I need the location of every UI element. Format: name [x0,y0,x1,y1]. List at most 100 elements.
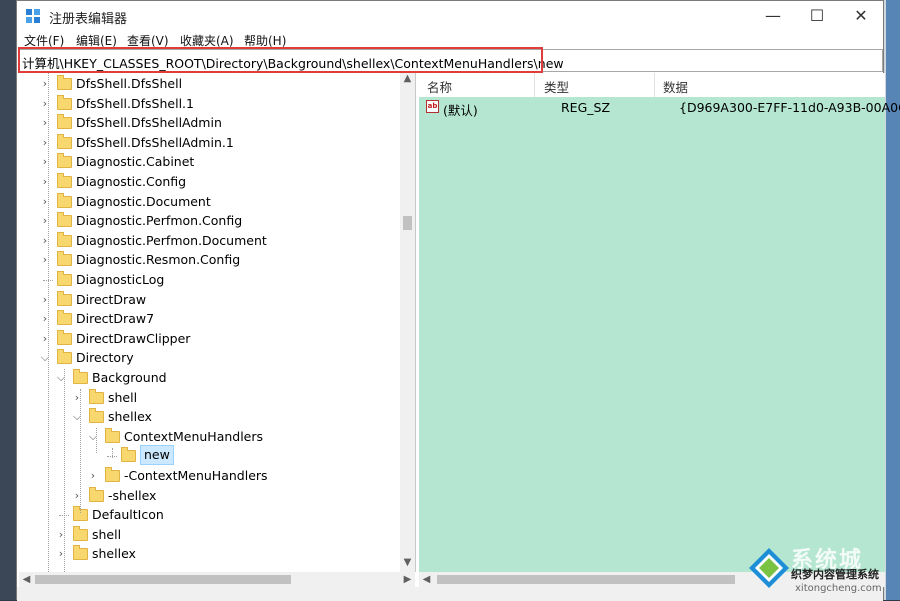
tree-node-label[interactable]: new [140,445,174,466]
tree-node-label[interactable]: Diagnostic.Perfmon.Config [76,211,242,231]
tree-node[interactable]: › Diagnostic.Perfmon.Config [19,211,399,231]
column-data-header[interactable]: 数据 [663,77,688,96]
tree-node-label[interactable]: DirectDraw7 [76,309,154,329]
chevron-right-icon[interactable]: › [88,466,98,486]
menu-favorites[interactable]: 收藏夹(A) [180,32,234,49]
tree-node-label[interactable]: DfsShell.DfsShell [76,74,182,94]
list-hscroll-thumb[interactable] [437,575,735,584]
tree-node-label[interactable]: shell [108,388,137,408]
tree-node-label[interactable]: DefaultIcon [92,505,164,525]
tree-node[interactable]: › Diagnostic.Config [19,172,399,192]
tree-node[interactable]: › DfsShell.DfsShellAdmin.1 [19,133,399,153]
tree-node[interactable]: › Diagnostic.Resmon.Config [19,250,399,270]
folder-icon [89,408,104,424]
folder-icon [105,427,120,443]
tree-node[interactable]: › Diagnostic.Document [19,192,399,212]
column-divider[interactable] [534,73,535,97]
scroll-up-arrow-icon[interactable]: ▲ [400,73,415,84]
address-bar[interactable]: 计算机\HKEY_CLASSES_ROOT\Directory\Backgrou… [19,49,883,72]
tree-node[interactable]: › DirectDraw [19,290,399,310]
tree-node[interactable]: › Diagnostic.Perfmon.Document [19,231,399,251]
tree-node[interactable]: ⌵ ContextMenuHandlers [19,427,399,447]
folder-icon [57,153,72,169]
tree-node-label[interactable]: shellex [92,544,136,564]
column-divider[interactable] [654,73,655,97]
value-name[interactable]: (默认) [443,100,478,119]
tree-node-label[interactable]: DfsShell.DfsShellAdmin [76,113,222,133]
watermark-subtitle: 织梦内容管理系统 [791,568,879,581]
tree-node[interactable]: › DirectDraw7 [19,309,399,329]
tree-node[interactable]: ⌵ Background [19,368,399,388]
scroll-left-arrow-icon[interactable]: ◀ [19,572,34,587]
string-value-icon: ab [426,100,439,113]
tree-node[interactable]: › DfsShell.DfsShell [19,74,399,94]
tree-node-label[interactable]: DfsShell.DfsShell.1 [76,94,194,114]
tree-node[interactable]: › DfsShell.DfsShellAdmin [19,113,399,133]
address-path[interactable]: 计算机\HKEY_CLASSES_ROOT\Directory\Backgrou… [22,53,564,72]
tree-node-label[interactable]: Diagnostic.Config [76,172,186,192]
minimize-button[interactable]: — [751,1,795,31]
tree-node[interactable]: › shellex [19,544,399,564]
tree-node[interactable]: › DirectDrawClipper [19,329,399,349]
column-type-header[interactable]: 类型 [544,77,569,96]
tree-node-label[interactable]: -ContextMenuHandlers [124,466,268,486]
tree-node[interactable]: new [19,445,399,466]
tree-node-label[interactable]: Diagnostic.Perfmon.Document [76,231,267,251]
value-data: {D969A300-E7FF-11d0-A93B-00A0C90F [679,100,900,115]
folder-icon [89,388,104,404]
title-bar[interactable]: 注册表编辑器 — ☐ ✕ [17,1,883,31]
tree-node-label[interactable]: -shellex [108,486,156,506]
maximize-button[interactable]: ☐ [795,1,839,31]
tree-node-label[interactable]: Directory [76,348,134,368]
registry-tree[interactable]: › DfsShell.DfsShell › DfsShell.DfsShell.1 › D… [19,73,416,572]
tree-vertical-scrollbar[interactable]: ▲ ▼ [400,73,415,572]
tree-node[interactable]: DefaultIcon [19,505,399,525]
tree-node-label[interactable]: DirectDraw [76,290,146,310]
tree-node-label[interactable]: DfsShell.DfsShellAdmin.1 [76,133,234,153]
tree-guide-line [112,448,113,458]
tree-node-label[interactable]: DiagnosticLog [76,270,164,290]
watermark-site: xitongcheng.com [795,583,882,594]
tree-node-label[interactable]: Diagnostic.Document [76,192,211,212]
tree-guide-line [80,389,81,513]
tree-node[interactable]: › shell [19,388,399,408]
value-type: REG_SZ [561,100,611,115]
tree-scroll-thumb[interactable] [403,216,412,230]
menu-edit[interactable]: 编辑(E) [76,32,117,49]
tree-node-label[interactable]: ContextMenuHandlers [124,427,263,447]
tree-node[interactable]: › shell [19,525,399,545]
tree-hscroll-thumb[interactable] [35,575,291,584]
tree-node[interactable]: › DfsShell.DfsShell.1 [19,94,399,114]
desktop-background-right [884,0,900,600]
folder-icon [57,75,72,90]
tree-node[interactable]: DiagnosticLog [19,270,399,290]
tree-horizontal-scrollbar[interactable]: ◀ ▶ [19,572,415,587]
column-name-header[interactable]: 名称 [427,77,452,96]
scroll-down-arrow-icon[interactable]: ▼ [400,557,415,568]
scroll-right-arrow-icon[interactable]: ▶ [400,572,415,587]
folder-icon [57,114,72,130]
menu-file[interactable]: 文件(F) [24,32,64,49]
tree-node[interactable]: ⌵ shellex [19,407,399,427]
tree-node-label[interactable]: Background [92,368,167,388]
tree-node[interactable]: › -shellex [19,486,399,506]
tree-node[interactable]: › Diagnostic.Cabinet [19,152,399,172]
close-button[interactable]: ✕ [839,1,883,31]
scroll-left-arrow-icon[interactable]: ◀ [419,572,434,587]
tree-node-label[interactable]: Diagnostic.Cabinet [76,152,194,172]
registry-editor-window: 注册表编辑器 — ☐ ✕ 文件(F) 编辑(E) 查看(V) 收藏夹(A) 帮助… [16,0,900,601]
tree-node[interactable]: › -ContextMenuHandlers [19,466,399,486]
window-title: 注册表编辑器 [49,12,128,27]
menu-view[interactable]: 查看(V) [127,32,169,49]
tree-node-label[interactable]: shellex [108,407,152,427]
tree-node-label[interactable]: shell [92,525,121,545]
values-list[interactable]: 名称 类型 数据 ab (默认) REG_SZ {D969A300-E7FF-1… [419,73,900,572]
tree-node-label[interactable]: Diagnostic.Resmon.Config [76,250,240,270]
menu-help[interactable]: 帮助(H) [244,32,286,49]
folder-icon [57,290,72,306]
tree-node-label[interactable]: DirectDrawClipper [76,329,190,349]
folder-icon [57,173,72,188]
watermark-logo-icon [749,548,789,588]
tree-node[interactable]: ⌵ Directory [19,348,399,368]
folder-icon [57,94,72,110]
